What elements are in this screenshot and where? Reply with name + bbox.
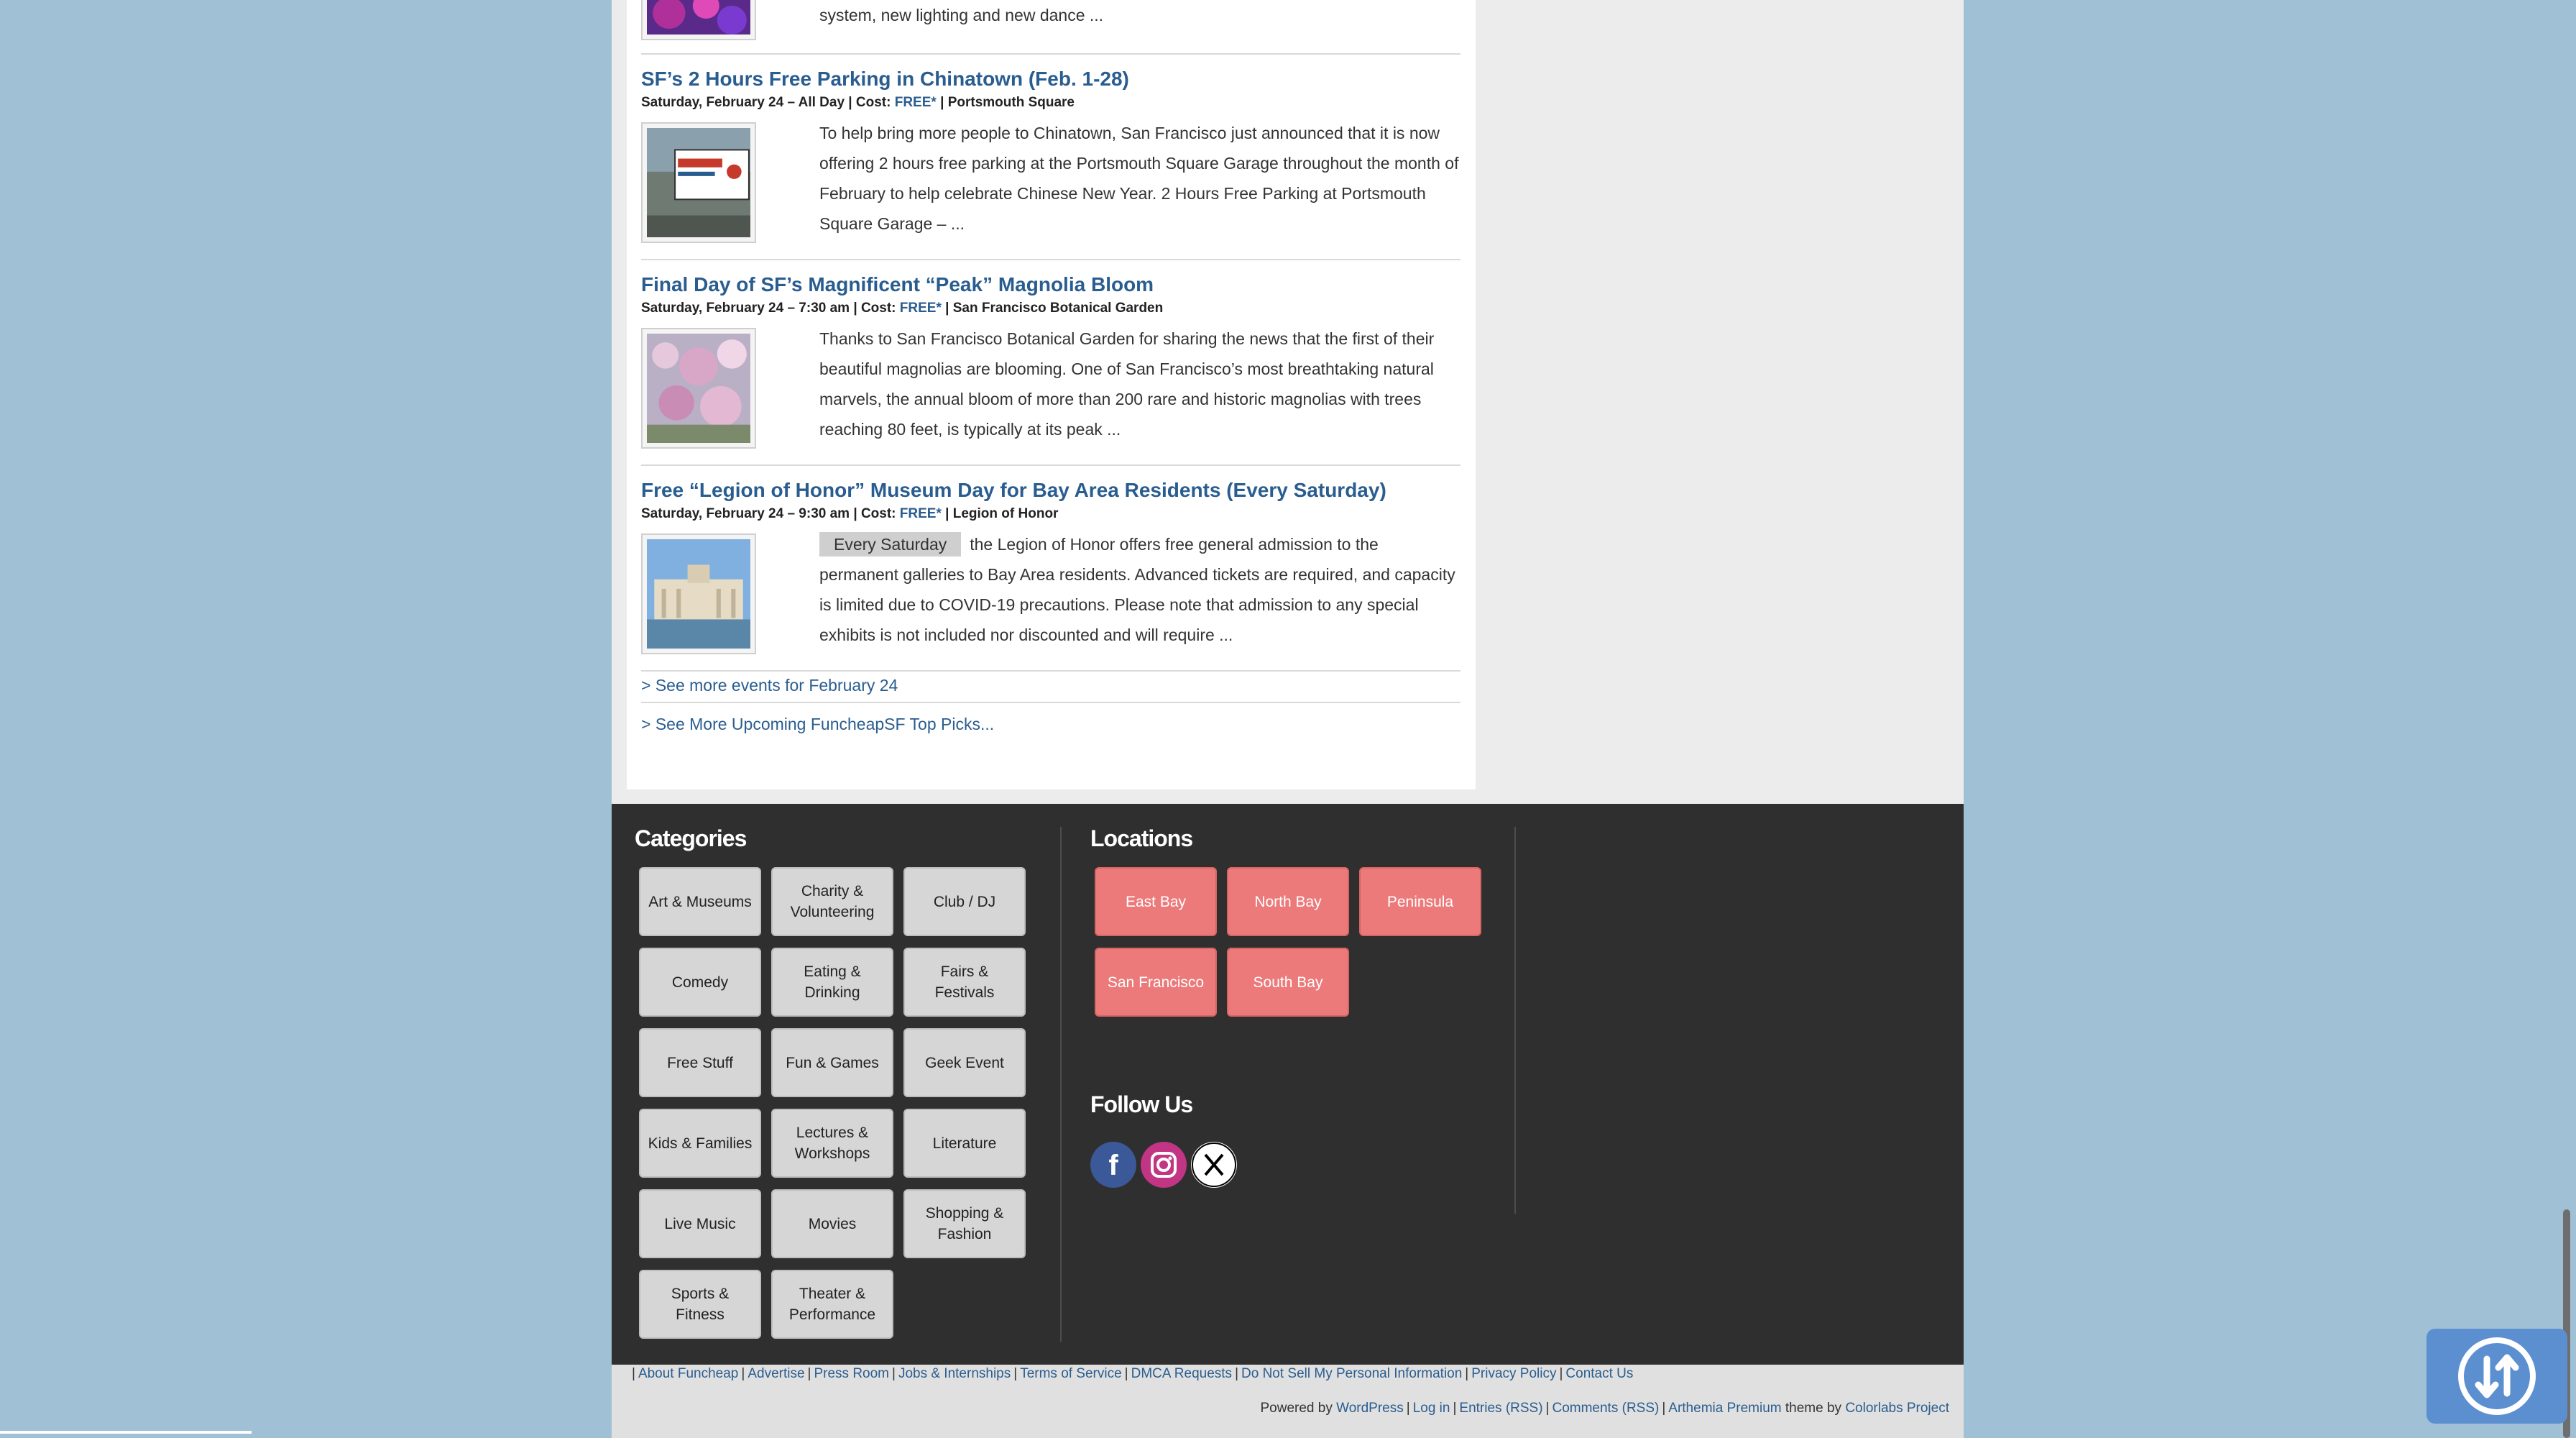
event-divider xyxy=(641,259,1460,260)
event-description: To help bring more people to Chinatown, … xyxy=(819,124,1459,233)
event-divider xyxy=(641,464,1460,466)
facebook-icon[interactable]: f xyxy=(1090,1142,1136,1188)
event-cost[interactable]: FREE* xyxy=(895,95,937,110)
event-description: Thanks to San Francisco Botanical Garden… xyxy=(819,329,1435,439)
event-description: system, new lighting and new dance ... xyxy=(819,6,1104,24)
event-date: Saturday, February 24 – All Day xyxy=(641,95,845,110)
follow-us-title: Follow Us xyxy=(1090,1091,1193,1117)
event-item: system, new lighting and new dance ... xyxy=(641,0,1460,43)
svg-text:f: f xyxy=(1108,1150,1118,1181)
category-button[interactable]: Lectures & Workshops xyxy=(771,1109,893,1178)
event-thumbnail[interactable] xyxy=(641,533,756,654)
event-meta: Saturday, February 24 – 7:30 am | Cost: … xyxy=(641,301,1164,316)
footer-link[interactable]: Terms of Service xyxy=(1020,1366,1121,1381)
every-saturday-badge: Every Saturday xyxy=(819,532,962,557)
category-button[interactable]: Art & Museums xyxy=(639,867,761,936)
powered-prefix: Powered by xyxy=(1260,1401,1333,1416)
see-more-events-link[interactable]: > See more events for February 24 xyxy=(641,676,898,695)
footer-link[interactable]: Do Not Sell My Personal Information xyxy=(1241,1366,1462,1381)
category-button[interactable]: Sports & Fitness xyxy=(639,1270,761,1339)
footer-link[interactable]: Privacy Policy xyxy=(1471,1366,1556,1381)
event-thumbnail[interactable] xyxy=(641,0,756,40)
event-cost[interactable]: FREE* xyxy=(900,506,942,521)
category-button[interactable]: Movies xyxy=(771,1189,893,1258)
footer-bottom: | About Funcheap | Advertise | Press Room | Job… xyxy=(612,1365,1964,1438)
category-button[interactable]: Kids & Families xyxy=(639,1109,761,1178)
event-description: Every Saturday the Legion of Honor offers… xyxy=(819,529,1459,650)
instagram-icon[interactable] xyxy=(1141,1142,1187,1188)
event-date: Saturday, February 24 – 9:30 am xyxy=(641,506,850,521)
category-button[interactable]: Geek Event xyxy=(903,1028,1026,1097)
event-item: SF’s 2 Hours Free Parking in Chinatown (… xyxy=(641,68,1460,255)
entries-rss-link[interactable]: Entries (RSS) xyxy=(1459,1401,1542,1416)
event-meta: Saturday, February 24 – 9:30 am | Cost: … xyxy=(641,506,1059,521)
category-button[interactable]: Fun & Games xyxy=(771,1028,893,1097)
login-link[interactable]: Log in xyxy=(1413,1401,1450,1416)
footer-link[interactable]: DMCA Requests xyxy=(1131,1366,1232,1381)
event-title-link[interactable]: Free “Legion of Honor” Museum Day for Ba… xyxy=(641,479,1386,502)
locations-title: Locations xyxy=(1090,825,1193,851)
event-divider xyxy=(641,670,1460,672)
event-cost-label: Cost: xyxy=(855,95,891,110)
event-divider xyxy=(641,702,1460,703)
colorlabs-link[interactable]: Colorlabs Project xyxy=(1845,1401,1949,1416)
location-button[interactable]: South Bay xyxy=(1227,948,1349,1017)
event-item: Free “Legion of Honor” Museum Day for Ba… xyxy=(641,479,1460,666)
category-button[interactable]: Free Stuff xyxy=(639,1028,761,1097)
location-button[interactable]: San Francisco xyxy=(1095,948,1217,1017)
event-title-link[interactable]: SF’s 2 Hours Free Parking in Chinatown (… xyxy=(641,68,1129,91)
footer-link[interactable]: Contact Us xyxy=(1565,1366,1633,1381)
accessibility-toggle-icon[interactable] xyxy=(2426,1329,2567,1424)
see-more-top-picks-link[interactable]: > See More Upcoming FuncheapSF Top Picks… xyxy=(641,715,994,734)
event-cost-label: Cost: xyxy=(860,506,896,521)
category-button[interactable]: Comedy xyxy=(639,948,761,1017)
footer-column-divider xyxy=(1060,827,1062,1342)
category-button[interactable]: Literature xyxy=(903,1109,1026,1178)
event-thumbnail[interactable] xyxy=(641,328,756,449)
page-load-progress xyxy=(0,1431,252,1434)
location-button[interactable]: Peninsula xyxy=(1359,867,1481,936)
event-cost-label: Cost: xyxy=(860,301,896,316)
wordpress-link[interactable]: WordPress xyxy=(1336,1401,1404,1416)
footer-widgets: Categories Art & Museums Charity & Volun… xyxy=(612,804,1964,1365)
powered-by: Powered by WordPress | Log in | Entries (RSS… xyxy=(1260,1401,1950,1416)
event-cost[interactable]: FREE* xyxy=(900,301,942,316)
event-venue: Portsmouth Square xyxy=(947,95,1075,110)
event-date: Saturday, February 24 – 7:30 am xyxy=(641,301,850,316)
footer-column-divider xyxy=(1514,827,1516,1214)
event-item: Final Day of SF’s Magnificent “Peak” Mag… xyxy=(641,273,1460,460)
category-button[interactable]: Theater & Performance xyxy=(771,1270,893,1339)
footer-link[interactable]: Press Room xyxy=(814,1366,889,1381)
page-wrapper: system, new lighting and new dance ... S… xyxy=(612,0,1964,1438)
footer-link[interactable]: Advertise xyxy=(748,1366,804,1381)
theme-suffix: theme by xyxy=(1785,1401,1842,1416)
event-thumbnail[interactable] xyxy=(641,122,756,243)
footer-link[interactable]: About Funcheap xyxy=(638,1366,738,1381)
category-button[interactable]: Eating & Drinking xyxy=(771,948,893,1017)
location-button[interactable]: East Bay xyxy=(1095,867,1217,936)
event-title-link[interactable]: Final Day of SF’s Magnificent “Peak” Mag… xyxy=(641,273,1154,296)
category-button[interactable]: Shopping & Fashion xyxy=(903,1189,1026,1258)
footer-links: | About Funcheap | Advertise | Press Room | Job… xyxy=(632,1366,1634,1381)
event-divider xyxy=(641,53,1460,55)
comments-rss-link[interactable]: Comments (RSS) xyxy=(1552,1401,1659,1416)
event-venue: Legion of Honor xyxy=(952,506,1059,521)
category-button[interactable]: Live Music xyxy=(639,1189,761,1258)
main-content: system, new lighting and new dance ... S… xyxy=(627,0,1476,789)
category-button[interactable]: Fairs & Festivals xyxy=(903,948,1026,1017)
footer-link[interactable]: Jobs & Internships xyxy=(898,1366,1011,1381)
categories-title: Categories xyxy=(635,825,747,851)
category-button[interactable]: Charity & Volunteering xyxy=(771,867,893,936)
event-venue: San Francisco Botanical Garden xyxy=(952,301,1164,316)
theme-link[interactable]: Arthemia Premium xyxy=(1668,1401,1781,1416)
location-button[interactable]: North Bay xyxy=(1227,867,1349,936)
category-button[interactable]: Club / DJ xyxy=(903,867,1026,936)
event-meta: Saturday, February 24 – All Day | Cost: … xyxy=(641,95,1075,110)
x-icon[interactable] xyxy=(1191,1142,1237,1188)
